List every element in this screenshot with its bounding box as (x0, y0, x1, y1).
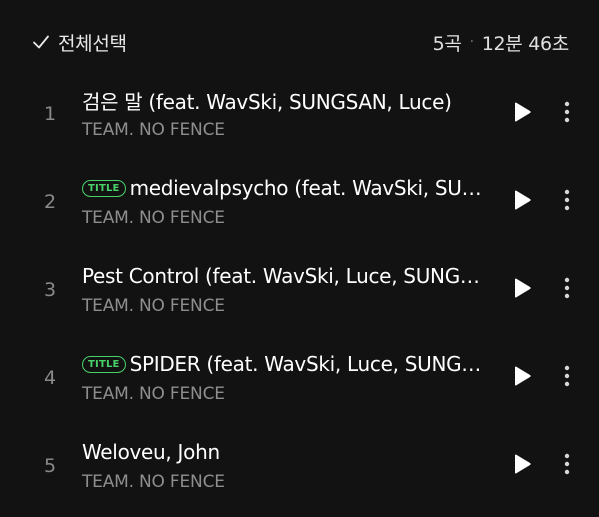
track-row[interactable]: 3 Pest Control (feat. WavSki, Luce, SUNG… (0, 246, 599, 334)
play-button[interactable] (508, 364, 536, 392)
title-track-badge: TITLE (82, 355, 126, 373)
track-info: TITLE medievalpsycho (feat. WavSki, SUNG… (82, 172, 487, 232)
track-title-row: TITLE medievalpsycho (feat. WavSki, SUNG… (82, 172, 487, 204)
play-button[interactable] (508, 100, 536, 128)
track-summary: 5곡 · 12분 46초 (432, 27, 570, 57)
track-number: 2 (43, 191, 57, 213)
more-options-button[interactable] (556, 276, 578, 304)
track-info: 검은 말 (feat. WavSki, SUNGSAN, Luce) TEAM.… (82, 84, 487, 144)
select-all-label: 전체선택 (58, 32, 127, 55)
track-row[interactable]: 5 Weloveu, John TEAM. NO FENCE (0, 422, 599, 510)
total-duration: 12분 46초 (481, 32, 570, 55)
more-options-button[interactable] (556, 188, 578, 216)
track-title-row: Weloveu, John (82, 436, 487, 468)
more-vertical-icon (564, 189, 570, 215)
track-row[interactable]: 4 TITLE SPIDER (feat. WavSki, Luce, SUNG… (0, 334, 599, 422)
more-options-button[interactable] (556, 452, 578, 480)
track-row[interactable]: 1 검은 말 (feat. WavSki, SUNGSAN, Luce) TEA… (0, 70, 599, 158)
track-number: 1 (43, 103, 57, 125)
more-vertical-icon (564, 101, 570, 127)
more-options-button[interactable] (556, 364, 578, 392)
track-artist[interactable]: TEAM. NO FENCE (82, 204, 487, 232)
track-info: Pest Control (feat. WavSki, Luce, SUNGSA… (82, 260, 487, 320)
more-vertical-icon (564, 277, 570, 303)
track-title: Pest Control (feat. WavSki, Luce, SUNGSA… (82, 264, 487, 288)
track-list: 1 검은 말 (feat. WavSki, SUNGSAN, Luce) TEA… (0, 70, 599, 510)
track-title: Weloveu, John (82, 440, 220, 464)
track-info: Weloveu, John TEAM. NO FENCE (82, 436, 487, 496)
track-title: SPIDER (feat. WavSki, Luce, SUNGSAN) (129, 352, 487, 376)
track-title-row: Pest Control (feat. WavSki, Luce, SUNGSA… (82, 260, 487, 292)
track-number: 5 (43, 455, 57, 477)
play-icon (512, 277, 532, 303)
track-number: 4 (43, 367, 57, 389)
check-icon (32, 33, 50, 51)
track-artist[interactable]: TEAM. NO FENCE (82, 292, 487, 320)
track-artist[interactable]: TEAM. NO FENCE (82, 468, 487, 496)
track-row[interactable]: 2 TITLE medievalpsycho (feat. WavSki, SU… (0, 158, 599, 246)
track-title: 검은 말 (feat. WavSki, SUNGSAN, Luce) (82, 89, 452, 114)
track-info: TITLE SPIDER (feat. WavSki, Luce, SUNGSA… (82, 348, 487, 408)
track-number: 3 (43, 279, 57, 301)
track-count: 5곡 (432, 32, 462, 55)
track-title: medievalpsycho (feat. WavSki, SUNGSAN, L… (129, 176, 487, 200)
play-button[interactable] (508, 276, 536, 304)
more-vertical-icon (564, 453, 570, 479)
title-track-badge: TITLE (82, 179, 126, 197)
track-title-row: 검은 말 (feat. WavSki, SUNGSAN, Luce) (82, 84, 487, 116)
play-icon (512, 365, 532, 391)
track-artist[interactable]: TEAM. NO FENCE (82, 380, 487, 408)
more-vertical-icon (564, 365, 570, 391)
play-icon (512, 453, 532, 479)
play-button[interactable] (508, 452, 536, 480)
play-icon (512, 189, 532, 215)
play-icon (512, 101, 532, 127)
separator-dot: · (469, 34, 474, 50)
track-artist[interactable]: TEAM. NO FENCE (82, 116, 487, 144)
track-title-row: TITLE SPIDER (feat. WavSki, Luce, SUNGSA… (82, 348, 487, 380)
more-options-button[interactable] (556, 100, 578, 128)
play-button[interactable] (508, 188, 536, 216)
select-all-button[interactable]: 전체선택 (32, 27, 127, 57)
